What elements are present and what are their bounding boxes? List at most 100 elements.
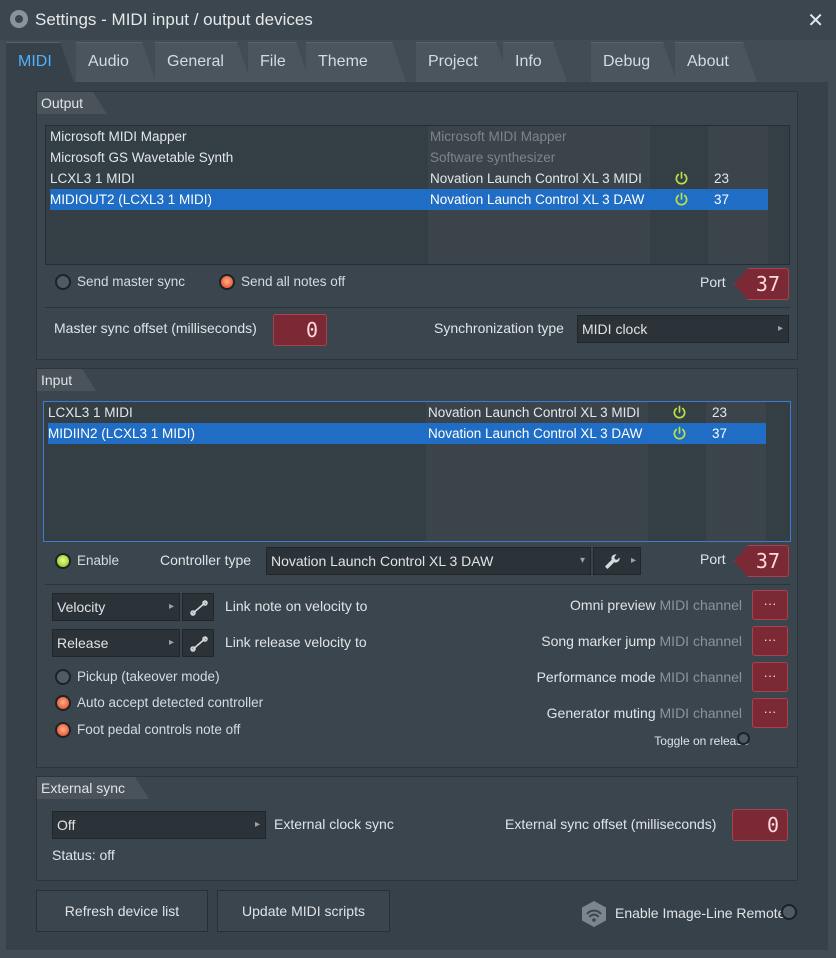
refresh-device-list-button[interactable]: Refresh device list (36, 890, 208, 932)
port-number: 37 (714, 192, 730, 207)
title-bar: Settings - MIDI input / output devices ✕ (0, 0, 836, 40)
device-name: LCXL3 1 MIDI (50, 171, 135, 186)
external-clock-label: External clock sync (274, 816, 394, 832)
divider (45, 584, 790, 585)
settings-window: Settings - MIDI input / output devices ✕… (0, 0, 836, 958)
sync-type-label: Synchronization type (434, 320, 564, 336)
send-master-sync-radio[interactable]: Send master sync (55, 272, 185, 292)
master-sync-offset-value[interactable]: 0 (273, 314, 327, 346)
radio-on-icon (55, 695, 71, 711)
controller-type: Novation Launch Control XL 3 DAW (428, 426, 643, 441)
release-dropdown[interactable]: Release ▸ (52, 629, 180, 657)
external-sync-offset-label: External sync offset (milliseconds) (505, 816, 717, 832)
song-marker-jump-channel-button[interactable]: ··· (752, 626, 788, 656)
controller-settings-button[interactable]: ▸ (593, 547, 641, 575)
controller-type: Novation Launch Control XL 3 MIDI (428, 405, 640, 420)
device-name: Microsoft GS Wavetable Synth (50, 150, 234, 165)
controller-type: Software synthesizer (430, 150, 556, 165)
tab-theme[interactable]: Theme (306, 42, 406, 82)
fl-logo-icon (10, 10, 28, 28)
pickup-radio[interactable]: Pickup (takeover mode) (55, 667, 220, 687)
window-title: Settings - MIDI input / output devices (35, 10, 313, 29)
enable-label: Enable (77, 553, 120, 568)
power-icon[interactable] (672, 426, 687, 441)
settings-tabs: MIDI Audio General File Theme Project In… (6, 42, 832, 82)
generator-muting-channel-button[interactable]: ··· (752, 698, 788, 728)
external-clock-value: Off (57, 817, 76, 833)
link-release-button[interactable] (182, 629, 214, 657)
output-port-number[interactable]: 37 (734, 268, 789, 300)
link-curve-icon (190, 600, 208, 616)
list-item[interactable]: MIDIOUT2 (LCXL3 1 MIDI) Novation Launch … (50, 189, 768, 210)
external-sync-offset-value[interactable]: 0 (732, 809, 788, 841)
tab-debug[interactable]: Debug (591, 42, 677, 82)
port-number: 23 (714, 171, 730, 186)
external-clock-dropdown[interactable]: Off ▸ (52, 811, 266, 839)
toggle-on-release-radio[interactable] (737, 732, 751, 746)
controller-type-dropdown[interactable]: Novation Launch Control XL 3 DAW ▾ (266, 547, 591, 575)
device-name: Microsoft MIDI Mapper (50, 129, 187, 144)
power-icon[interactable] (674, 192, 689, 207)
link-velocity-label: Link note on velocity to (225, 598, 368, 614)
radio-off-icon (55, 274, 71, 290)
list-item[interactable]: MIDIIN2 (LCXL3 1 MIDI) Novation Launch C… (48, 423, 766, 444)
close-button[interactable]: ✕ (807, 8, 824, 33)
sync-type-dropdown[interactable]: MIDI clock ▸ (577, 315, 789, 343)
input-panel: Input LCXL3 1 MIDI Novation Launch Contr… (36, 368, 798, 768)
controller-type-value: Novation Launch Control XL 3 DAW (271, 553, 494, 569)
input-port-number[interactable]: 37 (734, 545, 789, 577)
auto-accept-label: Auto accept detected controller (77, 695, 264, 710)
device-name: MIDIOUT2 (LCXL3 1 MIDI) (50, 192, 213, 207)
performance-mode-channel-button[interactable]: ··· (752, 662, 788, 692)
controller-type: Novation Launch Control XL 3 DAW (430, 192, 645, 207)
controller-type: Novation Launch Control XL 3 MIDI (430, 171, 642, 186)
radio-off-icon (781, 904, 797, 920)
tab-general[interactable]: General (155, 42, 251, 82)
external-sync-panel: External sync Off ▸ External clock sync … (36, 776, 798, 881)
wrench-icon (605, 554, 620, 569)
image-line-remote-icon (582, 901, 606, 927)
input-device-list[interactable]: LCXL3 1 MIDI Novation Launch Control XL … (43, 401, 791, 542)
tab-audio[interactable]: Audio (76, 42, 156, 82)
device-name: LCXL3 1 MIDI (48, 405, 133, 420)
update-midi-scripts-button[interactable]: Update MIDI scripts (217, 890, 390, 932)
tab-project[interactable]: Project (416, 42, 510, 82)
velocity-value: Velocity (57, 599, 106, 615)
performance-mode-label: Performance mode MIDI channel (536, 669, 742, 685)
external-sync-section-label: External sync (37, 777, 149, 799)
divider (45, 307, 790, 308)
output-device-list[interactable]: Microsoft MIDI Mapper Microsoft MIDI Map… (45, 125, 790, 265)
radio-on-icon (219, 274, 235, 290)
foot-pedal-label: Foot pedal controls note off (77, 722, 241, 737)
tab-about[interactable]: About (675, 42, 757, 82)
enable-remote-radio[interactable] (781, 904, 799, 924)
tab-midi[interactable]: MIDI (6, 42, 74, 82)
radio-on-icon (55, 722, 71, 738)
foot-pedal-radio[interactable]: Foot pedal controls note off (55, 720, 240, 740)
release-value: Release (57, 635, 109, 651)
chevron-right-icon: ▸ (168, 601, 174, 612)
external-sync-status: Status: off (52, 847, 115, 863)
omni-preview-label: Omni preview MIDI channel (570, 597, 742, 613)
tab-file[interactable]: File (248, 42, 310, 82)
chevron-right-icon: ▸ (254, 819, 260, 830)
enable-radio[interactable]: Enable (55, 551, 119, 571)
power-icon[interactable] (672, 405, 687, 420)
chevron-down-icon: ▾ (579, 555, 585, 566)
tab-info[interactable]: Info (503, 42, 567, 82)
output-panel: Output Microsoft MIDI Mapper Microsoft M… (36, 91, 798, 360)
list-item[interactable]: LCXL3 1 MIDI Novation Launch Control XL … (50, 168, 768, 189)
power-icon[interactable] (674, 171, 689, 186)
toggle-on-release-label: Toggle on release (654, 734, 749, 748)
enable-remote-label: Enable Image-Line Remote (615, 905, 786, 921)
link-velocity-button[interactable] (182, 593, 214, 621)
sync-type-value: MIDI clock (582, 321, 648, 337)
auto-accept-radio[interactable]: Auto accept detected controller (55, 693, 263, 713)
list-item[interactable]: Microsoft GS Wavetable Synth Software sy… (50, 147, 768, 168)
send-all-notes-off-radio[interactable]: Send all notes off (219, 272, 345, 292)
list-item[interactable]: Microsoft MIDI Mapper Microsoft MIDI Map… (50, 126, 768, 147)
omni-preview-channel-button[interactable]: ··· (752, 590, 788, 620)
link-curve-icon (190, 636, 208, 652)
list-item[interactable]: LCXL3 1 MIDI Novation Launch Control XL … (48, 402, 766, 423)
velocity-dropdown[interactable]: Velocity ▸ (52, 593, 180, 621)
